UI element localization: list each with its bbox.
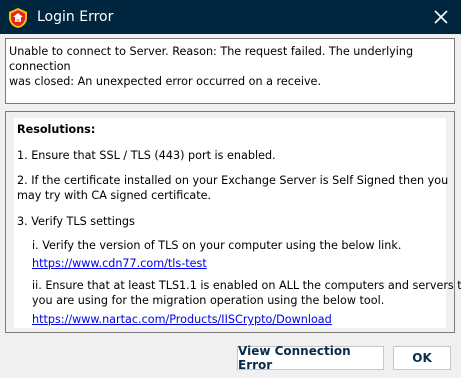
window-title: Login Error (37, 9, 114, 25)
ok-button[interactable]: OK (393, 346, 451, 370)
resolutions-panel: Resolutions: 1. Ensure that SSL / TLS (4… (5, 111, 461, 333)
view-connection-error-button[interactable]: View Connection Error (237, 344, 384, 372)
resolution-item-1: 1. Ensure that SSL / TLS (443) port is e… (17, 149, 276, 162)
resolution-item-3: 3. Verify TLS settings (17, 215, 135, 228)
tls-version-instruction: i. Verify the version of TLS on your com… (32, 239, 402, 252)
tls-enable-instruction: ii. Ensure that at least TLS1.1 is enabl… (32, 279, 461, 292)
dialog-body: Unable to connect to Server. Reason: The… (0, 34, 461, 378)
resolutions-content: Resolutions: 1. Ensure that SSL / TLS (4… (14, 118, 461, 328)
error-message-line: Unable to connect to Server. Reason: The… (9, 45, 414, 73)
title-bar[interactable]: Login Error (0, 0, 461, 34)
resolution-item-2: 2. If the certificate installed on your … (17, 174, 449, 187)
iis-crypto-link[interactable]: https://www.nartac.com/Products/IISCrypt… (32, 312, 332, 327)
tls-enable-instruction-cont: you are using for the migration operatio… (32, 294, 385, 307)
resolutions-heading: Resolutions: (17, 123, 96, 136)
tls-test-link[interactable]: https://www.cdn77.com/tls-test (32, 256, 207, 271)
error-message-line: was closed: An unexpected error occurred… (9, 75, 321, 88)
error-message-box[interactable]: Unable to connect to Server. Reason: The… (5, 38, 455, 104)
shield-icon (9, 8, 27, 28)
login-error-dialog: Login Error Unable to connect to Server.… (0, 0, 461, 378)
close-icon[interactable] (428, 5, 454, 29)
resolution-item-2-cont: may try with CA signed certificate. (17, 189, 212, 202)
